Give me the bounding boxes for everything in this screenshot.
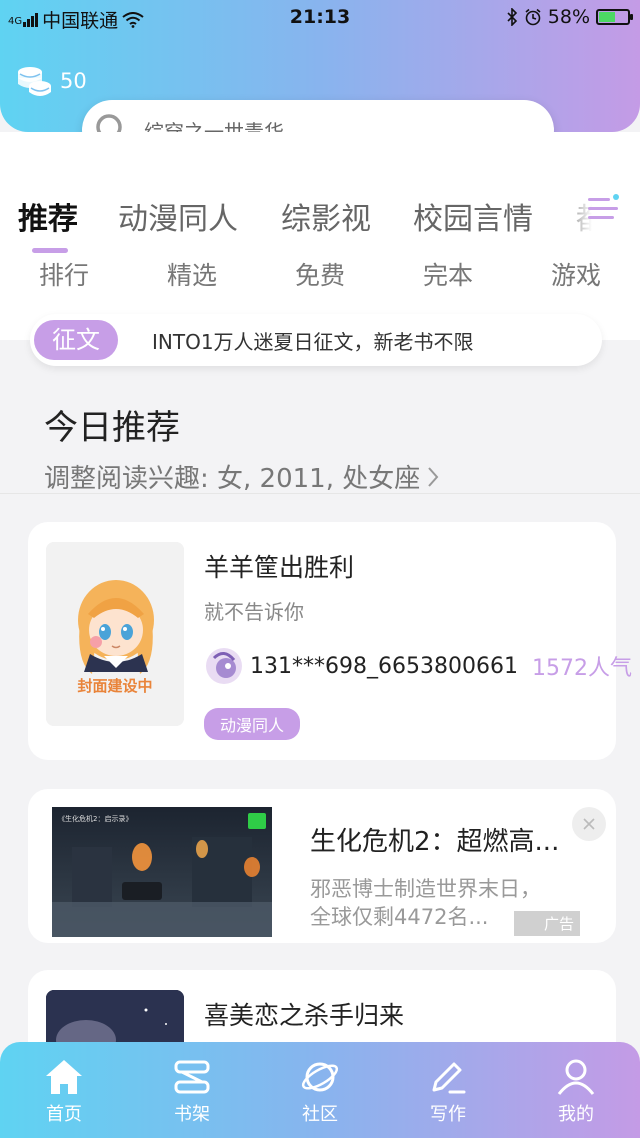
menu-icon (588, 194, 619, 219)
book-title: 羊羊筐出胜利 (204, 553, 355, 582)
nav-home[interactable]: 首页 (0, 1054, 128, 1126)
active-tab-indicator (32, 248, 68, 253)
battery-icon (596, 9, 633, 25)
ad-thumbnail: 《生化危机2：启示录》 (52, 807, 272, 937)
tab-campus-romance[interactable]: 校园言情 (413, 194, 533, 238)
book-reader-info: 131***698_6653800661 1572人气 (204, 646, 632, 686)
nav-community[interactable]: 社区 (256, 1054, 384, 1126)
pen-icon (432, 1062, 466, 1094)
bookshelf-icon (174, 1060, 210, 1094)
coin-balance[interactable]: 50 (16, 64, 87, 98)
ad-card[interactable]: 《生化危机2：启示录》 生化危机2：超燃高... 邪恶博士制造世界末日，全球仅剩… (28, 789, 616, 943)
tab-film-tv[interactable]: 综影视 (281, 194, 371, 238)
battery-percent: 58% (547, 6, 590, 28)
ad-close-button[interactable] (572, 807, 606, 841)
book-title: 喜美恋之杀手归来 (204, 1001, 405, 1030)
nav-write[interactable]: 写作 (384, 1054, 512, 1126)
nav-bookshelf-label: 书架 (174, 1104, 210, 1125)
coins-icon (18, 67, 51, 96)
subnav-free[interactable]: 免费 (280, 256, 360, 292)
subnav-games[interactable]: 游戏 (536, 256, 616, 292)
subnav-ranking[interactable]: 排行 (24, 256, 104, 292)
tab-recommend[interactable]: 推荐 (18, 194, 78, 238)
ad-image-caption: 《生化危机2：启示录》 (58, 814, 132, 823)
home-icon (46, 1060, 82, 1094)
sub-navigation: 排行 精选 免费 完本 游戏 (0, 256, 640, 296)
cover-illustration: 封面建设中 (46, 542, 184, 726)
interest-settings-text: 调整阅读兴趣: 女, 2011, 处女座 (44, 464, 421, 494)
user-icon (557, 1059, 595, 1095)
bottom-navigation: 首页 书架 社区 写作 我的 (0, 1042, 640, 1138)
nav-me[interactable]: 我的 (512, 1054, 640, 1126)
category-tabs: 推荐 动漫同人 综影视 校园言情 都市 (0, 194, 640, 238)
status-bar: 4G 中国联通 21:13 58% (0, 0, 640, 34)
ad-title: 生化危机2：超燃高... (310, 827, 560, 857)
status-right: 58% (506, 6, 633, 28)
subnav-featured[interactable]: 精选 (152, 256, 232, 292)
divider (0, 493, 640, 494)
ad-image: 《生化危机2：启示录》 (52, 807, 272, 937)
subnav-completed[interactable]: 完本 (408, 256, 488, 292)
nav-home-label: 首页 (46, 1104, 82, 1125)
section-title: 今日推荐 (44, 408, 180, 448)
close-icon (583, 818, 595, 830)
ad-label: 广告 (513, 911, 580, 936)
battery-level (599, 12, 616, 22)
announcement-text: INTO1万人迷夏日征文，新老书不限 (152, 329, 474, 354)
avatar (206, 648, 242, 684)
alarm-icon (525, 8, 541, 26)
book-card[interactable]: 封面建设中 羊羊筐出胜利 就不告诉你 131***698_6653800661 … (28, 522, 632, 760)
announcement-banner[interactable]: 征文 INTO1万人迷夏日征文，新老书不限 (30, 314, 602, 366)
planet-icon (301, 1062, 339, 1092)
announcement-tag: 征文 (34, 320, 118, 360)
book-cover: 封面建设中 (46, 542, 184, 726)
book-author: 就不告诉你 (204, 600, 304, 624)
nav-write-label: 写作 (430, 1104, 466, 1125)
coin-count: 50 (60, 69, 87, 93)
nav-me-label: 我的 (558, 1104, 594, 1125)
reader-id: 131***698_6653800661 (250, 653, 518, 679)
category-menu-button[interactable] (586, 192, 622, 230)
popularity-count: 1572人气 (531, 656, 632, 681)
tab-anime-fanfic[interactable]: 动漫同人 (118, 194, 238, 238)
interest-settings-link[interactable]: 调整阅读兴趣: 女, 2011, 处女座 (44, 458, 440, 495)
nav-bookshelf[interactable]: 书架 (128, 1054, 256, 1126)
nav-community-label: 社区 (302, 1104, 338, 1125)
bluetooth-icon (507, 8, 517, 26)
chevron-right-icon (428, 466, 439, 487)
genre-tag[interactable]: 动漫同人 (204, 708, 301, 740)
cover-text: 封面建设中 (77, 677, 152, 695)
